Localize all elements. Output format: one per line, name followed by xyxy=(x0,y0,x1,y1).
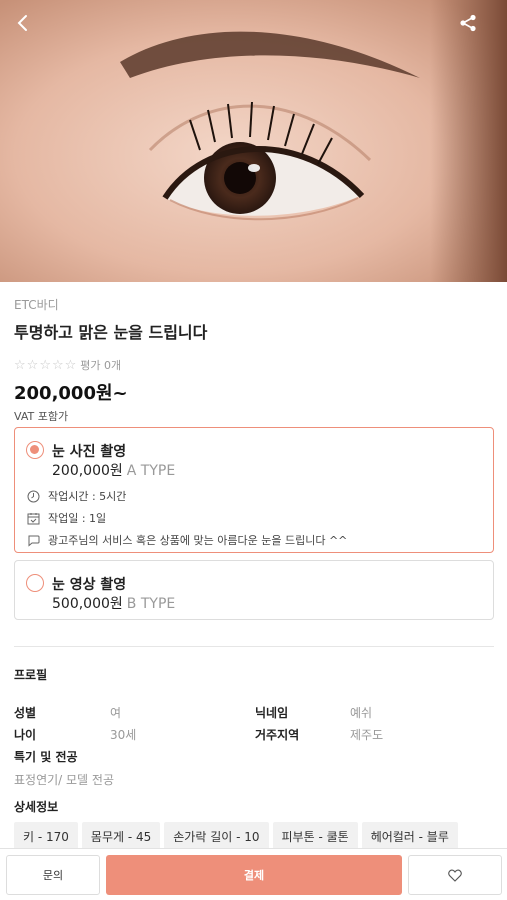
option-description: 광고주님의 서비스 혹은 상품에 맞는 아름다운 눈을 드립니다 ^^ xyxy=(48,534,348,547)
option-type: B TYPE xyxy=(126,596,176,612)
star-icon: ☆ xyxy=(39,357,51,373)
vat-note: VAT 포함가 xyxy=(14,410,69,423)
age-value: 30세 xyxy=(110,728,137,742)
product-info: ETC바디 투명하고 맑은 눈을 드립니다 ☆ ☆ ☆ ☆ ☆ 평가 0개 20… xyxy=(14,296,494,424)
chevron-left-icon xyxy=(17,15,27,31)
option-name: 눈 영상 촬영 xyxy=(52,577,127,593)
chat-bubble-icon xyxy=(28,535,40,547)
description-row: 광고주님의 서비스 혹은 상품에 맞는 아름다운 눈을 드립니다 ^^ xyxy=(27,532,347,548)
details-section-title: 상세정보 xyxy=(14,800,59,814)
work-time-row: 작업시간 : 5시간 xyxy=(27,488,126,504)
star-icon: ☆ xyxy=(64,357,77,373)
detail-tag: 헤어컬러 - 블루 xyxy=(361,822,458,851)
age-label: 나이 xyxy=(14,728,37,742)
option-price-row: 500,000원 B TYPE xyxy=(52,593,175,613)
option-card-a[interactable]: 눈 사진 촬영 200,000원 A TYPE 작업시간 : 5시간 작업일 : … xyxy=(14,427,494,553)
nickname-label: 닉네임 xyxy=(255,706,289,720)
star-icon: ☆ xyxy=(14,357,26,373)
heart-icon xyxy=(448,869,462,882)
detail-tag: 손가락 길이 - 10 xyxy=(164,822,269,851)
calendar-icon xyxy=(27,512,40,524)
rating-stars: ☆ ☆ ☆ ☆ ☆ xyxy=(14,359,76,372)
radio-selected[interactable] xyxy=(26,441,44,459)
work-days: 작업일 : 1일 xyxy=(48,512,107,525)
rating-row: ☆ ☆ ☆ ☆ ☆ 평가 0개 xyxy=(14,357,494,373)
work-time: 작업시간 : 5시간 xyxy=(48,490,127,503)
eye-photo xyxy=(0,0,507,282)
product-price: 200,000원~ xyxy=(14,383,128,404)
gender-value: 여 xyxy=(110,706,122,720)
option-price-row: 200,000원 A TYPE xyxy=(52,460,175,480)
inquiry-button[interactable]: 문의 xyxy=(6,855,100,895)
specialty-value: 표정연기/ 모델 전공 xyxy=(14,773,114,787)
gender-label: 성별 xyxy=(14,706,37,720)
region-label: 거주지역 xyxy=(255,728,300,742)
specialty-label: 특기 및 전공 xyxy=(14,750,78,764)
option-card-b[interactable]: 눈 영상 촬영 500,000원 B TYPE xyxy=(14,560,494,620)
option-price: 500,000원 xyxy=(52,596,123,612)
radio-unselected[interactable] xyxy=(26,574,44,592)
back-button[interactable] xyxy=(16,14,48,46)
product-hero-image xyxy=(0,0,507,282)
detail-tag: 피부톤 - 쿨톤 xyxy=(272,822,358,851)
option-price: 200,000원 xyxy=(52,463,123,479)
star-icon: ☆ xyxy=(51,357,64,373)
share-icon xyxy=(460,14,476,32)
section-divider xyxy=(14,646,494,647)
detail-tags: 키 - 170 몸무게 - 45 손가락 길이 - 10 피부톤 - 쿨톤 헤어… xyxy=(14,822,458,851)
bottom-action-bar: 문의 결제 xyxy=(0,848,507,900)
share-button[interactable] xyxy=(459,14,491,46)
clock-icon xyxy=(27,490,40,502)
star-icon: ☆ xyxy=(26,357,39,373)
nickname-value: 예쉬 xyxy=(350,706,373,720)
rating-count: 평가 0개 xyxy=(80,359,122,372)
region-value: 제주도 xyxy=(350,728,384,742)
profile-section-title: 프로필 xyxy=(14,668,48,682)
like-button[interactable] xyxy=(408,855,502,895)
detail-tag: 키 - 170 xyxy=(14,822,78,851)
product-title: 투명하고 맑은 눈을 드립니다 xyxy=(14,323,208,342)
option-name: 눈 사진 촬영 xyxy=(52,444,127,460)
work-days-row: 작업일 : 1일 xyxy=(27,510,106,526)
detail-tag: 몸무게 - 45 xyxy=(81,822,161,851)
pay-button[interactable]: 결제 xyxy=(106,855,402,895)
option-type: A TYPE xyxy=(126,463,176,479)
product-category: ETC바디 xyxy=(14,298,59,312)
